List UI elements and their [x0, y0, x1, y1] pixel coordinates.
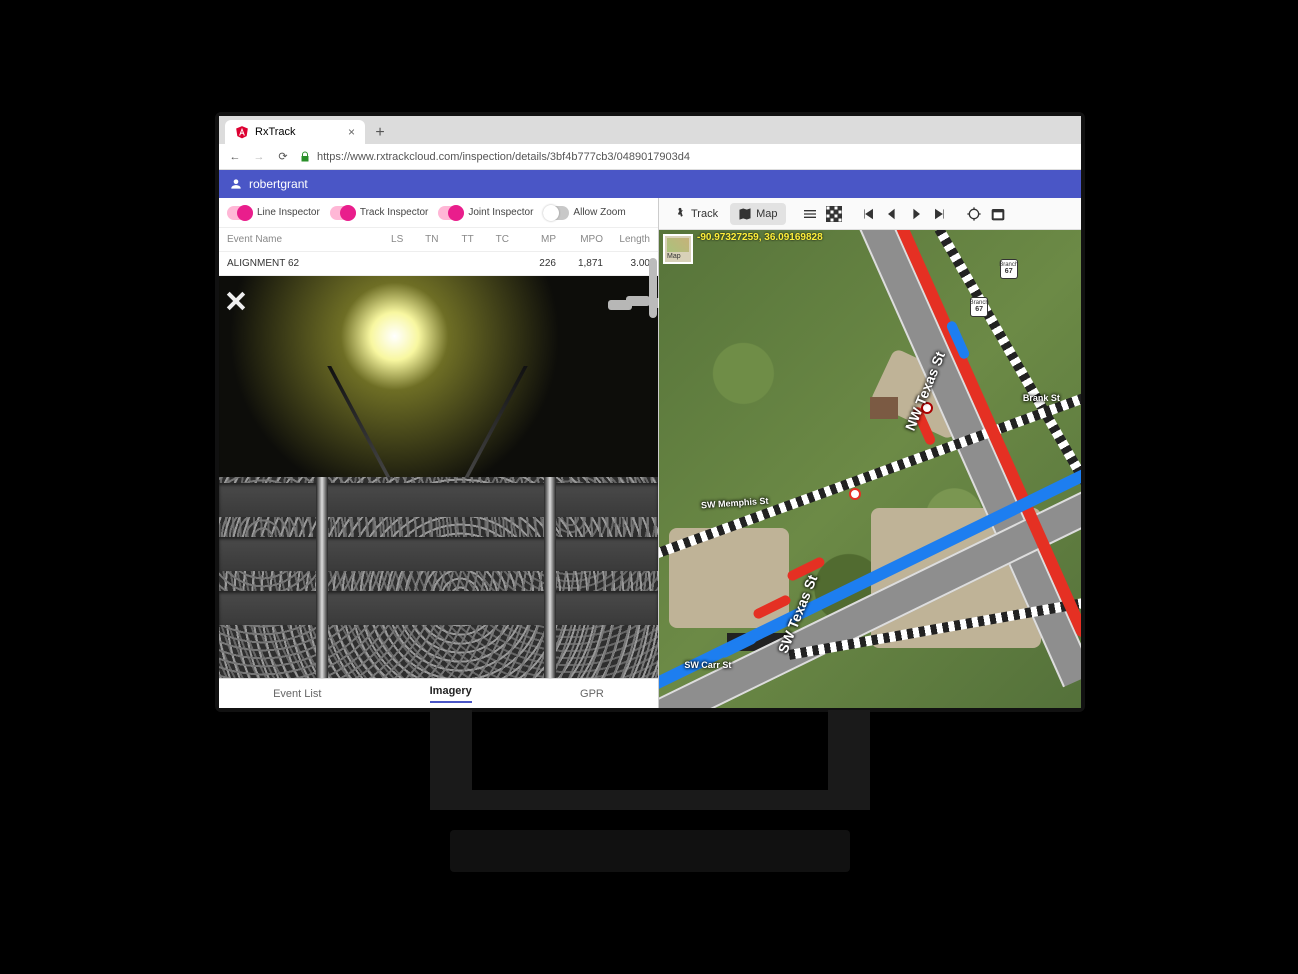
- scrollbar[interactable]: [649, 258, 657, 318]
- col-mp: MP: [509, 234, 556, 245]
- track-inspector-label: Track Inspector: [360, 207, 429, 218]
- street-label-carr: SW Carr St: [684, 660, 731, 670]
- satellite-map[interactable]: Branch67 Branch67 NW Texas St SW Texas S…: [659, 230, 1081, 708]
- finish-flag-icon[interactable]: [824, 204, 844, 224]
- locate-icon[interactable]: [964, 204, 984, 224]
- col-length: Length: [603, 234, 650, 245]
- left-bottom-tabs: Event List Imagery GPR: [219, 678, 658, 708]
- col-mpo: MPO: [556, 234, 603, 245]
- col-tt: TT: [439, 234, 474, 245]
- cell-ls: [368, 258, 403, 269]
- track-label: Track: [691, 208, 718, 220]
- browser-toolbar: ← → ⟳ https://www.rxtrackcloud.com/inspe…: [219, 144, 1081, 170]
- cell-tt: [439, 258, 474, 269]
- calendar-icon[interactable]: [988, 204, 1008, 224]
- cell-event-name: ALIGNMENT 62: [227, 258, 368, 269]
- cell-length: 3.00: [603, 258, 650, 269]
- allow-zoom-label: Allow Zoom: [573, 207, 625, 218]
- col-tn: TN: [403, 234, 438, 245]
- line-inspector-label: Line Inspector: [257, 207, 320, 218]
- map-toolbar: Track Map: [659, 198, 1081, 230]
- map-icon: [738, 207, 752, 221]
- forward-button[interactable]: →: [251, 151, 267, 163]
- forward-camera-image[interactable]: [219, 276, 658, 477]
- url-bar[interactable]: https://www.rxtrackcloud.com/inspection/…: [299, 151, 1073, 163]
- cell-mp: 226: [509, 258, 556, 269]
- route-shield: Branch67: [1000, 259, 1018, 279]
- lock-icon: [299, 151, 311, 163]
- track-mode-button[interactable]: Track: [665, 203, 726, 225]
- skip-last-icon[interactable]: [930, 204, 950, 224]
- browser-tab[interactable]: RxTrack ×: [225, 120, 365, 144]
- next-icon[interactable]: [906, 204, 926, 224]
- cell-tn: [403, 258, 438, 269]
- angular-icon: [235, 125, 249, 139]
- track-inspector-toggle[interactable]: Track Inspector: [330, 206, 429, 220]
- map-marker[interactable]: [849, 488, 861, 500]
- cell-mpo: 1,871: [556, 258, 603, 269]
- table-row[interactable]: ALIGNMENT 62 226 1,871 3.00: [219, 252, 658, 276]
- person-icon: [229, 177, 243, 191]
- tab-event-list[interactable]: Event List: [273, 688, 321, 700]
- street-label-brank: Brank St: [1023, 393, 1060, 403]
- events-table-header: Event Name LS TN TT TC MP MPO Length: [219, 228, 658, 252]
- joint-inspector-toggle[interactable]: Joint Inspector: [438, 206, 533, 220]
- map-mode-button[interactable]: Map: [730, 203, 785, 225]
- new-tab-button[interactable]: +: [369, 122, 391, 144]
- prev-icon[interactable]: [882, 204, 902, 224]
- col-ls: LS: [368, 234, 403, 245]
- browser-tab-strip: RxTrack × +: [219, 116, 1081, 144]
- username: robertgrant: [249, 177, 308, 191]
- layers-icon[interactable]: [800, 204, 820, 224]
- app-header: robertgrant: [219, 170, 1081, 198]
- tab-imagery[interactable]: Imagery: [430, 685, 472, 703]
- back-button[interactable]: ←: [227, 151, 243, 163]
- url-text: https://www.rxtrackcloud.com/inspection/…: [317, 151, 690, 163]
- route-shield: Branch67: [970, 297, 988, 317]
- allow-zoom-toggle[interactable]: Allow Zoom: [543, 206, 625, 220]
- map-coordinates: -90.97327259, 36.09169828: [697, 232, 823, 243]
- line-inspector-toggle[interactable]: Line Inspector: [227, 206, 320, 220]
- col-event-name: Event Name: [227, 234, 368, 245]
- crossing-icon: [225, 290, 247, 312]
- walk-icon: [673, 207, 687, 221]
- map-label: Map: [756, 208, 777, 220]
- joint-inspector-label: Joint Inspector: [468, 207, 533, 218]
- tab-title: RxTrack: [255, 126, 296, 138]
- reload-button[interactable]: ⟳: [275, 150, 291, 163]
- col-tc: TC: [474, 234, 509, 245]
- inspector-toolbar: Line Inspector Track Inspector Joint Ins…: [219, 198, 658, 228]
- cell-tc: [474, 258, 509, 269]
- tab-gpr[interactable]: GPR: [580, 688, 604, 700]
- close-icon[interactable]: ×: [348, 125, 355, 139]
- track-scan-image[interactable]: [219, 477, 658, 678]
- map-type-toggle[interactable]: Map: [663, 234, 693, 264]
- skip-first-icon[interactable]: [858, 204, 878, 224]
